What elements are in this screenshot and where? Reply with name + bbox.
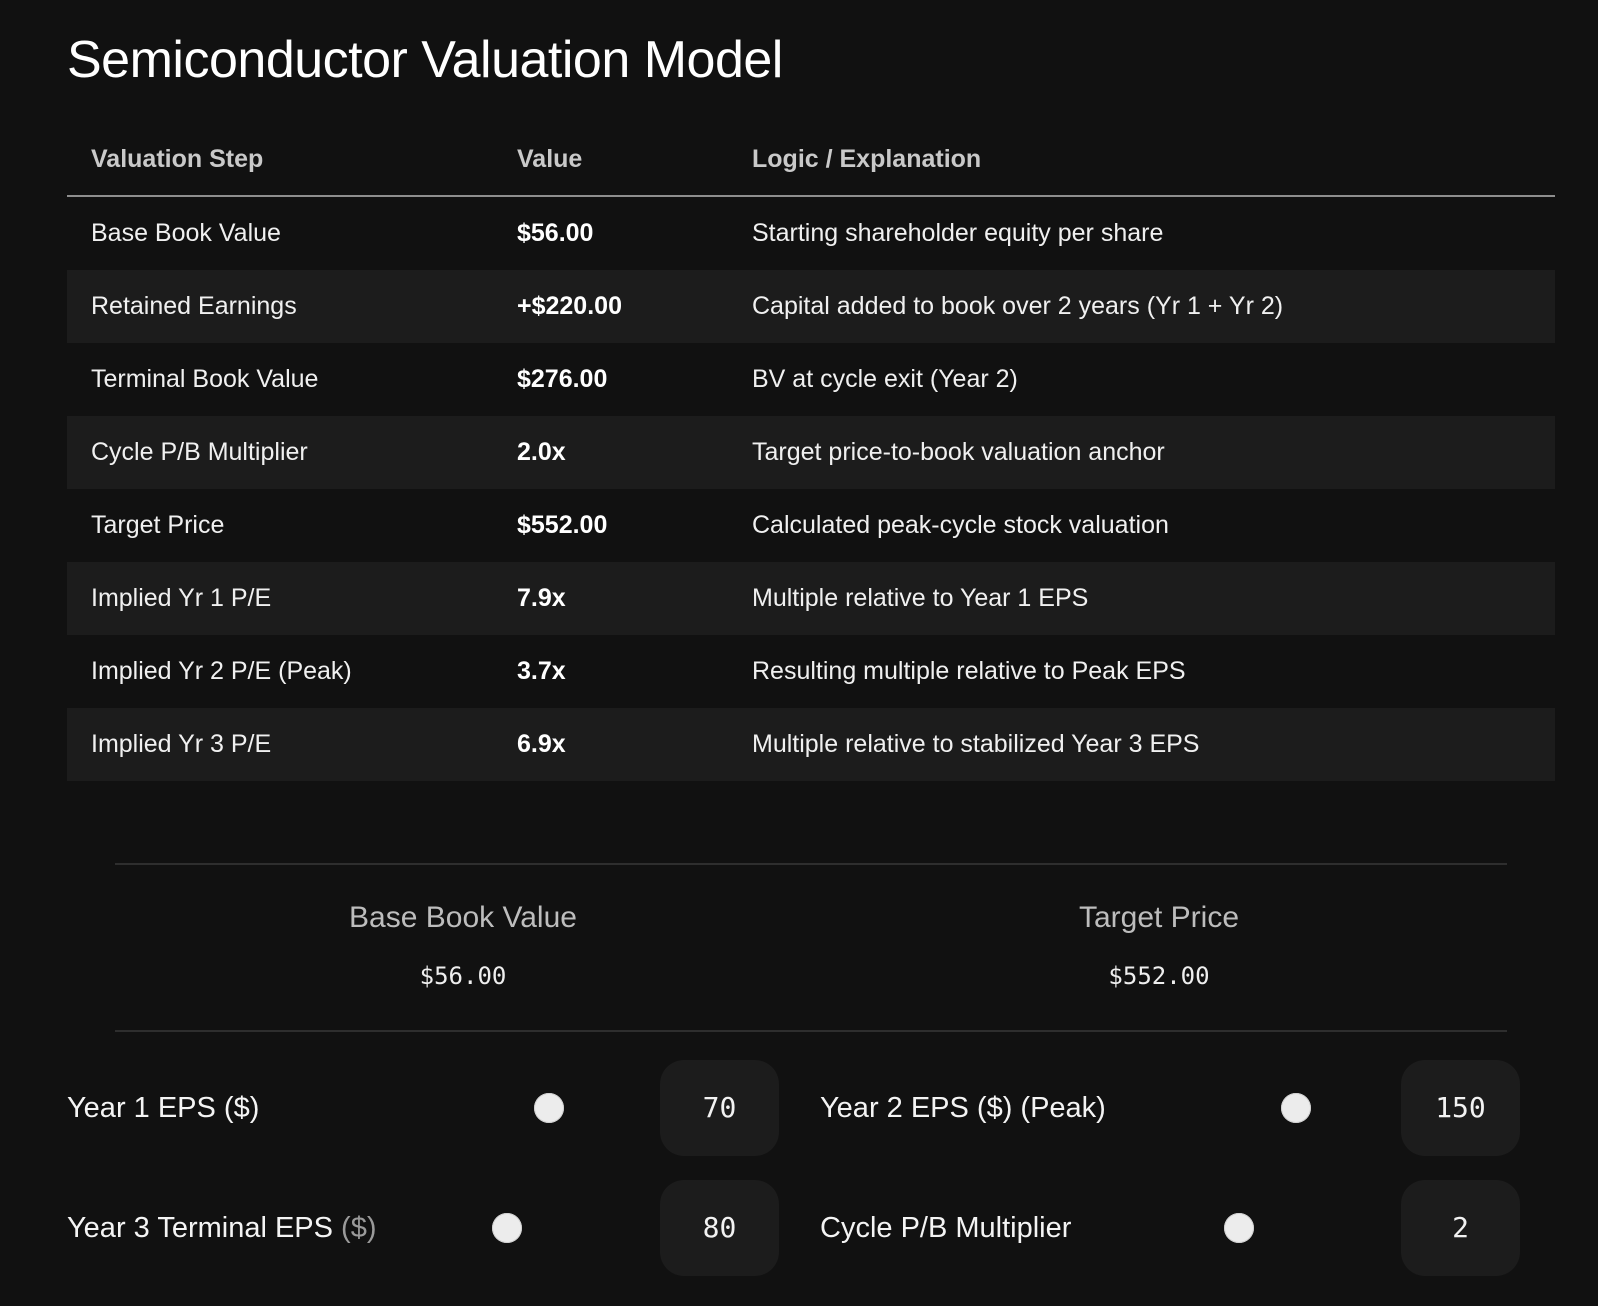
header-valuation-step: Valuation Step: [91, 145, 264, 173]
row-logic: Resulting multiple relative to Peak EPS: [752, 657, 1186, 685]
page-title: Semiconductor Valuation Model: [67, 31, 783, 89]
row-step: Retained Earnings: [91, 292, 297, 320]
row-logic: Target price-to-book valuation anchor: [752, 438, 1165, 466]
year1-eps-input[interactable]: 70: [660, 1060, 779, 1156]
row-step: Cycle P/B Multiplier: [91, 438, 308, 466]
table-row: Implied Yr 1 P/E 7.9x Multiple relative …: [67, 562, 1555, 635]
base-book-value: $56.00: [419, 962, 507, 990]
table-row: Target Price $552.00 Calculated peak-cyc…: [67, 489, 1555, 562]
input-controls: Year 1 EPS ($) 70 Year 2 EPS ($) (Peak) …: [67, 1060, 1597, 1300]
row-value: +$220.00: [517, 292, 622, 320]
table-row: Base Book Value $56.00 Starting sharehol…: [67, 197, 1555, 270]
year3-eps-label: Year 3 Terminal EPS ($): [67, 1180, 377, 1276]
year1-eps-label: Year 1 EPS ($): [67, 1092, 260, 1124]
row-logic: Capital added to book over 2 years (Yr 1…: [752, 292, 1284, 320]
row-value: 6.9x: [517, 730, 566, 758]
row-step: Terminal Book Value: [91, 365, 319, 393]
target-price-value: $552.00: [1108, 962, 1210, 990]
table-row: Cycle P/B Multiplier 2.0x Target price-t…: [67, 416, 1555, 489]
table-row: Implied Yr 2 P/E (Peak) 3.7x Resulting m…: [67, 635, 1555, 708]
row-value: 2.0x: [517, 438, 566, 466]
row-value: 7.9x: [517, 584, 566, 612]
pb-multiplier-control: Cycle P/B Multiplier 2: [820, 1180, 1532, 1276]
pb-multiplier-input[interactable]: 2: [1401, 1180, 1520, 1276]
row-logic: Multiple relative to Year 1 EPS: [752, 584, 1089, 612]
year3-eps-label-text: Year 3 Terminal EPS: [67, 1212, 333, 1244]
row-step: Implied Yr 3 P/E: [91, 730, 272, 758]
row-step: Target Price: [91, 511, 225, 539]
target-price-label: Target Price: [1078, 901, 1240, 934]
table-row: Retained Earnings +$220.00 Capital added…: [67, 270, 1555, 343]
summary-panel: Base Book Value $56.00 Target Price $552…: [115, 863, 1507, 1032]
year2-eps-label: Year 2 EPS ($) (Peak): [820, 1092, 1106, 1124]
row-value: $552.00: [517, 511, 608, 539]
header-value: Value: [517, 145, 583, 173]
base-book-label: Base Book Value: [349, 901, 577, 934]
row-value: $276.00: [517, 365, 608, 393]
year3-eps-slider-handle[interactable]: [492, 1213, 522, 1243]
row-value: 3.7x: [517, 657, 566, 685]
row-step: Implied Yr 2 P/E (Peak): [91, 657, 352, 685]
year3-eps-control: Year 3 Terminal EPS ($) 80: [67, 1180, 779, 1276]
year3-eps-input[interactable]: 80: [660, 1180, 779, 1276]
year2-eps-control: Year 2 EPS ($) (Peak) 150: [820, 1060, 1532, 1156]
table-row: Implied Yr 3 P/E 6.9x Multiple relative …: [67, 708, 1555, 781]
row-step: Implied Yr 1 P/E: [91, 584, 272, 612]
year2-eps-input[interactable]: 150: [1401, 1060, 1520, 1156]
row-logic: Multiple relative to stabilized Year 3 E…: [752, 730, 1200, 758]
header-logic: Logic / Explanation: [752, 145, 982, 173]
pb-multiplier-label: Cycle P/B Multiplier: [820, 1212, 1072, 1244]
table-row: Terminal Book Value $276.00 BV at cycle …: [67, 343, 1555, 416]
pb-multiplier-slider-handle[interactable]: [1224, 1213, 1254, 1243]
row-value: $56.00: [517, 219, 594, 247]
year1-eps-control: Year 1 EPS ($) 70: [67, 1060, 779, 1156]
table-header: Valuation Step Value Logic / Explanation: [67, 125, 1555, 197]
row-step: Base Book Value: [91, 219, 281, 247]
year1-eps-slider-handle[interactable]: [534, 1093, 564, 1123]
row-logic: Calculated peak-cycle stock valuation: [752, 511, 1169, 539]
valuation-table: Valuation Step Value Logic / Explanation…: [67, 125, 1555, 781]
row-logic: BV at cycle exit (Year 2): [752, 365, 1018, 393]
year3-eps-label-unit: ($): [341, 1212, 377, 1244]
year2-eps-slider-handle[interactable]: [1281, 1093, 1311, 1123]
row-logic: Starting shareholder equity per share: [752, 219, 1164, 247]
